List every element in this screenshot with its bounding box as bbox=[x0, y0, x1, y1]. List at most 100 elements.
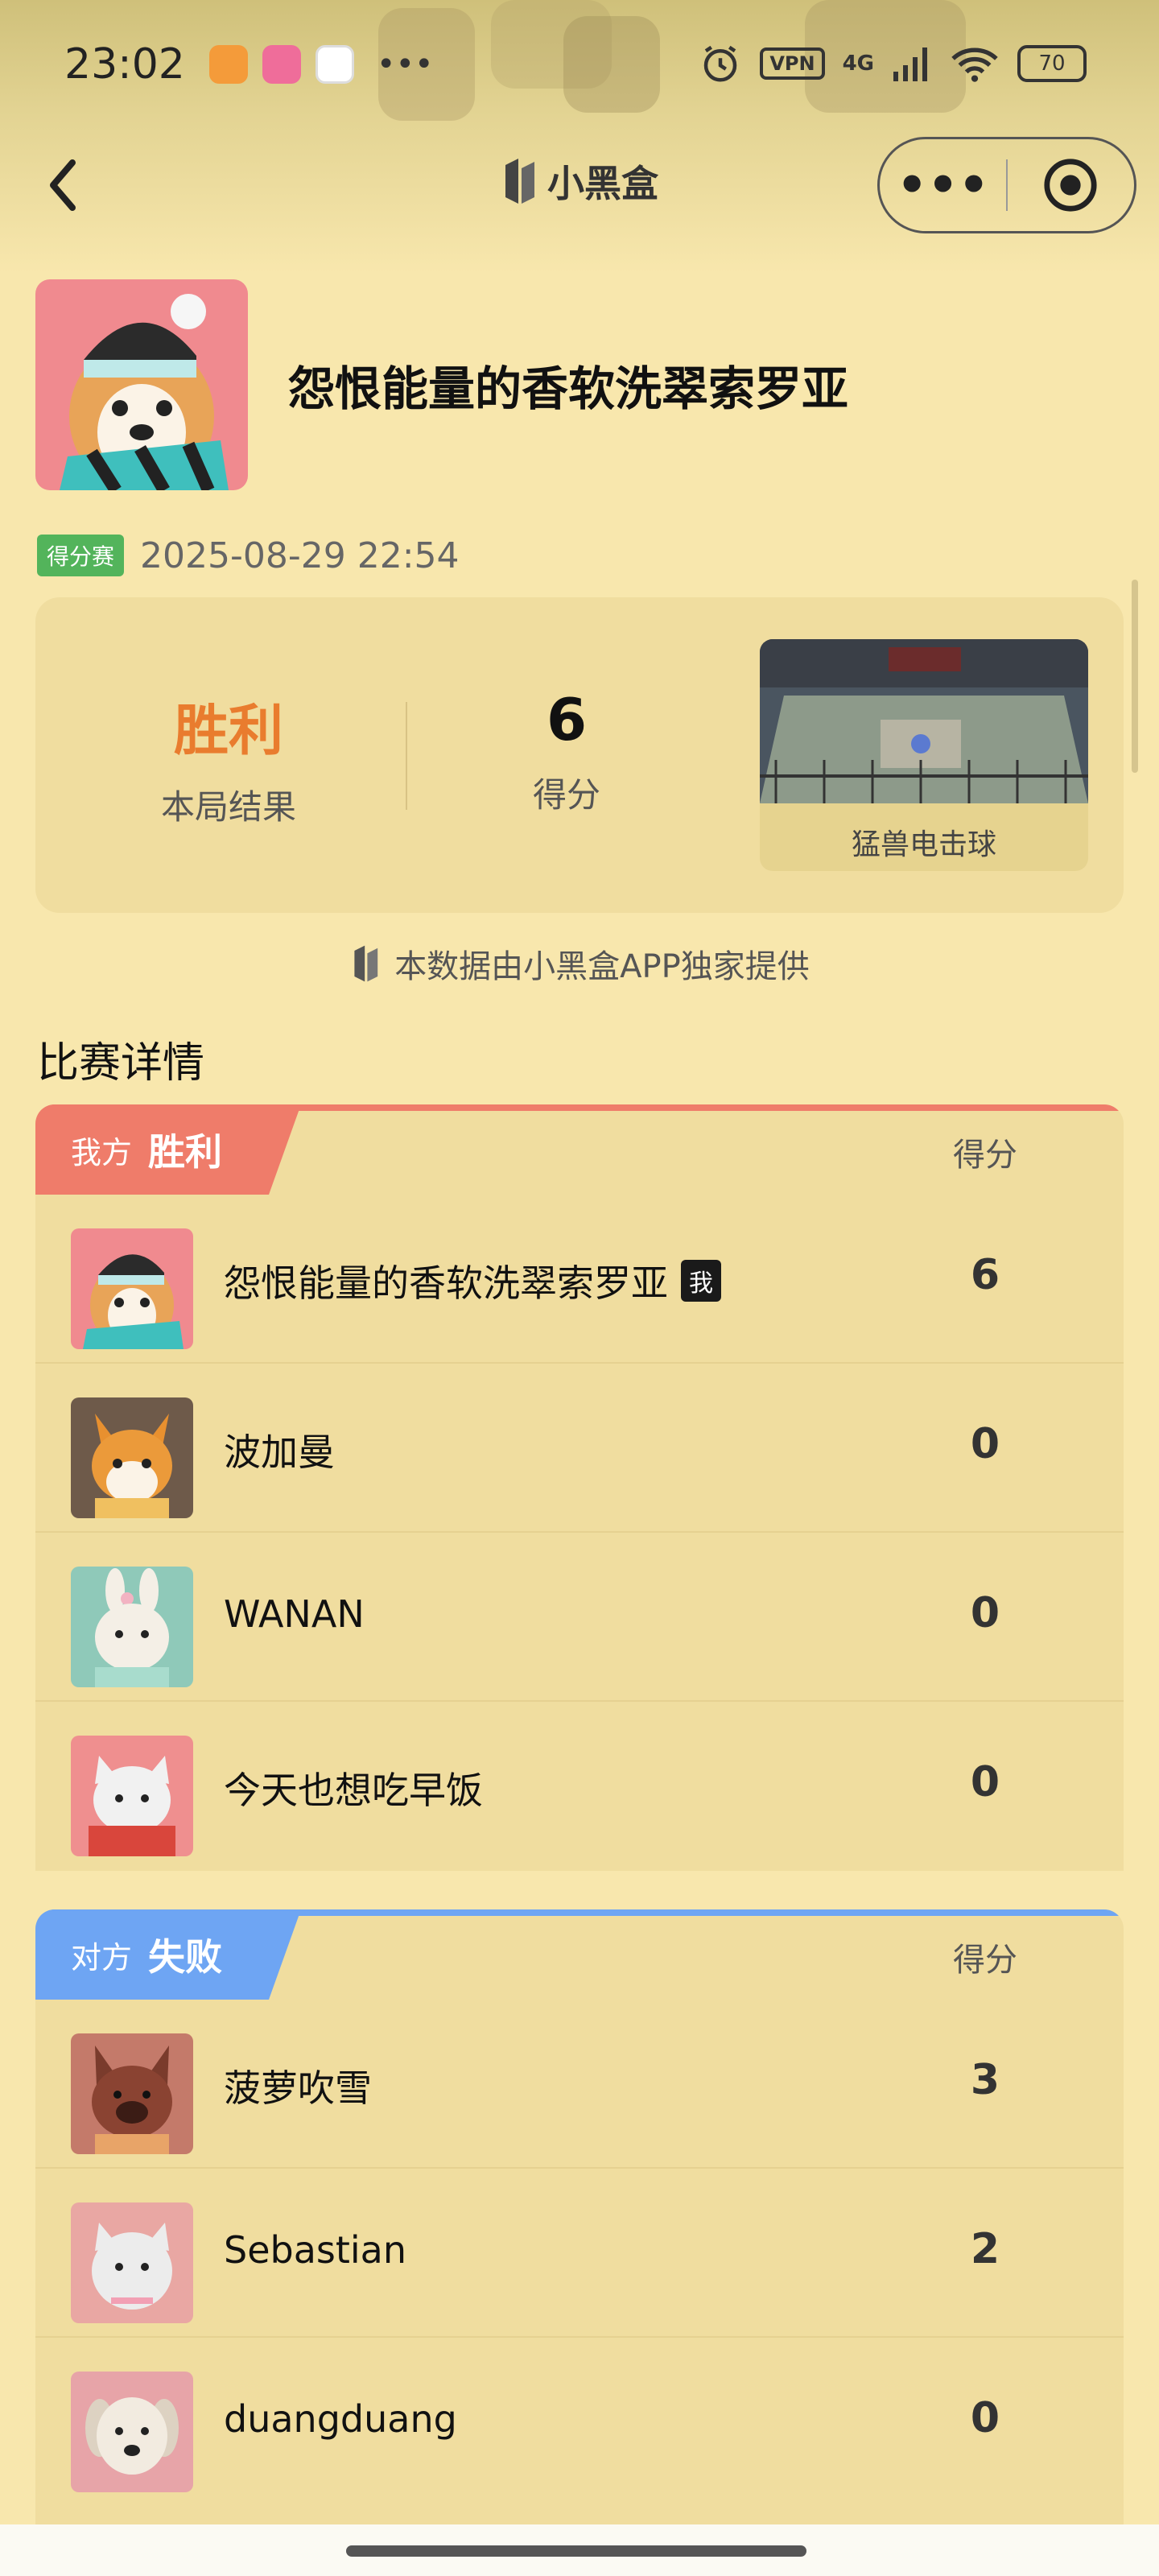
player-name: WANAN bbox=[224, 1592, 365, 1636]
result-divider bbox=[406, 702, 407, 810]
player-name: 今天也想吃早饭 bbox=[224, 1761, 483, 1814]
provider-text: 本数据由小黑盒APP独家提供 bbox=[394, 948, 810, 985]
mini-program-capsule: ••• bbox=[877, 137, 1136, 233]
player-name: 菠萝吹雪 bbox=[224, 2059, 372, 2112]
player-row[interactable]: WANAN 0 bbox=[35, 1533, 1124, 1702]
status-time: 23:02 bbox=[64, 40, 185, 89]
section-title: 比赛详情 bbox=[37, 1039, 205, 1088]
player-row[interactable]: 波加曼 0 bbox=[35, 1364, 1124, 1533]
player-score: 0 bbox=[970, 1758, 1000, 1806]
rabbit-avatar-image bbox=[71, 1567, 193, 1687]
result-column: 胜利 本局结果 bbox=[124, 686, 333, 829]
player-score: 0 bbox=[970, 1589, 1000, 1637]
team-result: 失败 bbox=[148, 1935, 223, 1979]
team-side: 对方 bbox=[71, 1939, 133, 1975]
corgi-avatar-image bbox=[71, 1228, 193, 1349]
player-score: 3 bbox=[970, 2056, 1000, 2104]
score-label: 得分 bbox=[532, 775, 600, 815]
player-name-text: 怨恨能量的香软洗翠索罗亚 bbox=[224, 1261, 668, 1305]
player-row[interactable]: Sebastian 2 bbox=[35, 2169, 1124, 2338]
player-name: 波加曼 bbox=[224, 1423, 335, 1476]
corgi-avatar-image bbox=[35, 279, 248, 490]
player-name-text: 波加曼 bbox=[224, 1430, 335, 1474]
status-bar: 23:02 ••• VPN 4G 70 bbox=[0, 0, 1159, 129]
player-score: 0 bbox=[970, 2394, 1000, 2442]
nav-bar: 小黑盒 ••• bbox=[0, 137, 1159, 233]
team-enemy: 对方 失败 得分 菠萝吹雪 3 Sebastian 2 duangduang 0 bbox=[35, 1909, 1124, 2524]
cat-avatar-image bbox=[71, 2202, 193, 2323]
score-column: 6 得分 bbox=[486, 686, 647, 817]
result-label: 本局结果 bbox=[160, 787, 296, 827]
avatar bbox=[71, 1736, 193, 1856]
scrollbar[interactable] bbox=[1132, 580, 1138, 773]
player-avatar[interactable] bbox=[35, 279, 248, 490]
map-thumbnail bbox=[760, 639, 1088, 803]
dog-avatar-image bbox=[71, 2372, 193, 2492]
nav-title-text: 小黑盒 bbox=[547, 162, 658, 205]
map-name: 猛兽电击球 bbox=[851, 828, 996, 861]
avatar bbox=[71, 1567, 193, 1687]
back-arrow-icon bbox=[50, 159, 76, 211]
team-tag: 对方 失败 bbox=[35, 1909, 301, 2000]
nav-title: 小黑盒 bbox=[499, 155, 658, 208]
score-column-header: 得分 bbox=[953, 1137, 1017, 1174]
close-mini-program-button[interactable] bbox=[1008, 157, 1134, 213]
mode-badge: 得分赛 bbox=[37, 535, 125, 576]
heybox-logo-icon bbox=[505, 159, 534, 204]
score-column-header: 得分 bbox=[953, 1942, 1017, 1979]
fox-avatar-image bbox=[71, 1397, 193, 1518]
mail-app-icon bbox=[315, 45, 354, 84]
player-name-text: 今天也想吃早饭 bbox=[224, 1769, 483, 1812]
match-datetime: 2025-08-29 22:54 bbox=[140, 535, 460, 576]
alarm-icon bbox=[704, 45, 737, 82]
pig-avatar-image bbox=[71, 2033, 193, 2154]
avatar bbox=[71, 1228, 193, 1349]
wifi-icon bbox=[951, 47, 998, 82]
bilibili-app-icon bbox=[262, 45, 301, 84]
team-tag: 我方 胜利 bbox=[35, 1104, 301, 1195]
player-row[interactable]: 怨恨能量的香软洗翠索罗亚 我 6 bbox=[35, 1195, 1124, 1364]
player-name-text: Sebastian bbox=[224, 2228, 407, 2272]
player-name: duangduang bbox=[224, 2397, 457, 2441]
player-row[interactable]: 今天也想吃早饭 0 bbox=[35, 1702, 1124, 1871]
score-value: 6 bbox=[546, 686, 588, 753]
team-result: 胜利 bbox=[148, 1130, 223, 1174]
avatar bbox=[71, 2202, 193, 2323]
result-card: 胜利 本局结果 6 得分 猛兽电击球 bbox=[35, 597, 1124, 913]
result-value: 胜利 bbox=[173, 700, 283, 763]
player-score: 0 bbox=[970, 1420, 1000, 1468]
player-name-text: WANAN bbox=[224, 1592, 365, 1636]
avatar bbox=[71, 1397, 193, 1518]
cat-avatar-image bbox=[71, 1736, 193, 1856]
more-notifications-icon: ••• bbox=[376, 46, 434, 83]
more-menu-button[interactable]: ••• bbox=[880, 161, 1006, 209]
team-header: 对方 失败 得分 bbox=[35, 1909, 1124, 2000]
player-name-text: duangduang bbox=[224, 2397, 457, 2441]
avatar bbox=[71, 2033, 193, 2154]
player-name-text: 菠萝吹雪 bbox=[224, 2066, 372, 2110]
shopping-app-icon bbox=[208, 45, 248, 84]
player-row[interactable]: 菠萝吹雪 3 bbox=[35, 2000, 1124, 2169]
team-header: 我方 胜利 得分 bbox=[35, 1104, 1124, 1195]
team-side: 我方 bbox=[71, 1134, 133, 1170]
battery-icon: 70 bbox=[1017, 45, 1087, 82]
player-row[interactable]: duangduang 0 bbox=[35, 2338, 1124, 2507]
signal-icon bbox=[893, 47, 927, 81]
back-button[interactable] bbox=[40, 153, 89, 217]
map-card[interactable]: 猛兽电击球 bbox=[760, 639, 1088, 871]
player-profile: 怨恨能量的香软洗翠索罗亚 bbox=[35, 279, 1124, 490]
data-provider-note: 本数据由小黑盒APP独家提供 bbox=[0, 940, 1159, 987]
player-name: Sebastian bbox=[224, 2228, 406, 2272]
player-name: 怨恨能量的香软洗翠索罗亚 bbox=[288, 361, 849, 416]
team-mine: 我方 胜利 得分 怨恨能量的香软洗翠索罗亚 我 6 波加曼 0 WANAN 0 bbox=[35, 1104, 1124, 1871]
player-name: 怨恨能量的香软洗翠索罗亚 我 bbox=[224, 1254, 721, 1307]
vpn-icon: VPN bbox=[760, 47, 825, 80]
player-score: 2 bbox=[970, 2225, 1000, 2273]
match-meta: 得分赛 2025-08-29 22:54 bbox=[37, 535, 460, 576]
home-indicator[interactable] bbox=[346, 2545, 806, 2557]
me-badge: 我 bbox=[681, 1260, 721, 1302]
heybox-logo-icon bbox=[354, 945, 378, 982]
avatar bbox=[71, 2372, 193, 2492]
target-icon bbox=[1044, 159, 1098, 212]
player-score: 6 bbox=[970, 1251, 1000, 1299]
